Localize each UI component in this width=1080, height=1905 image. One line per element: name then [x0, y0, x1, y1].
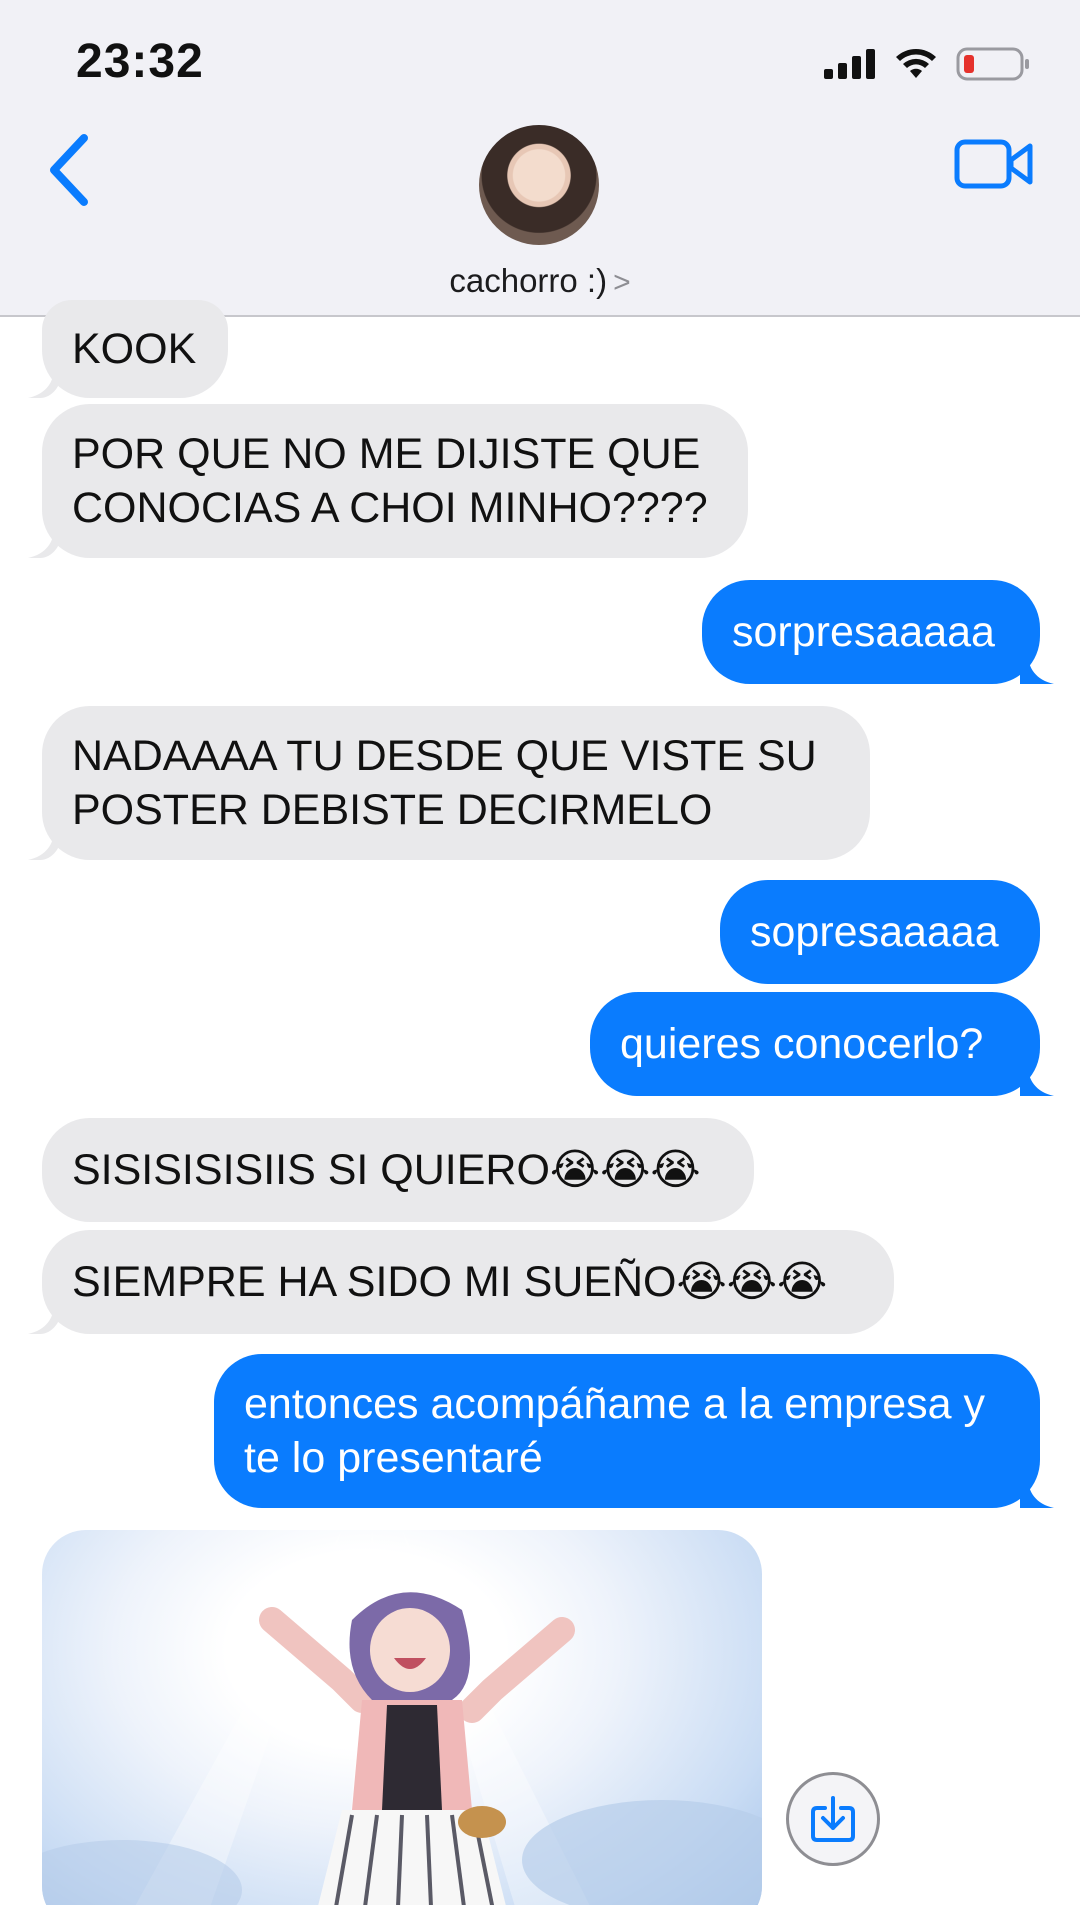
image-attachment[interactable]	[42, 1530, 762, 1905]
save-image-button[interactable]	[786, 1772, 880, 1866]
message-bubble-sent[interactable]: sorpresaaaaa	[702, 580, 1040, 684]
message-bubble-sent[interactable]: entonces acompáñame a la empresa y te lo…	[214, 1354, 1040, 1508]
message-text: sopresaaaaa	[750, 908, 999, 956]
message-bubble-received[interactable]: NADAAAA TU DESDE QUE VISTE SU POSTER DEB…	[42, 706, 870, 860]
message-bubble-sent[interactable]: quieres conocerlo?	[590, 992, 1040, 1096]
message-bubble-received[interactable]: KOOK	[42, 300, 228, 398]
contact-avatar[interactable]	[479, 125, 599, 245]
contact-name: cachorro :)	[449, 262, 608, 299]
anime-girl-celebrating-image	[42, 1530, 762, 1905]
message-text: POR QUE NO ME DIJISTE QUE CONOCIAS A CHO…	[72, 430, 708, 532]
save-download-icon	[811, 1796, 855, 1842]
message-text: NADAAAA TU DESDE QUE VISTE SU POSTER DEB…	[72, 732, 817, 834]
message-text: KOOK	[72, 325, 197, 373]
message-bubble-received[interactable]: POR QUE NO ME DIJISTE QUE CONOCIAS A CHO…	[42, 404, 748, 558]
back-chevron-icon[interactable]	[44, 130, 94, 210]
video-camera-icon[interactable]	[954, 134, 1034, 194]
conversation-header: 23:32 cachorro :) >	[0, 0, 1080, 317]
signal-icon	[824, 49, 875, 79]
message-text: quieres conocerlo?	[620, 1020, 984, 1068]
message-bubble-received[interactable]: SIEMPRE HA SIDO MI SUEÑO😭😭😭	[42, 1230, 894, 1334]
message-bubble-received[interactable]: SISISISISIIS SI QUIERO😭😭😭	[42, 1118, 754, 1222]
battery-low-icon	[956, 47, 1029, 81]
message-text: SISISISISIIS SI QUIERO😭😭😭	[72, 1146, 701, 1194]
status-time: 23:32	[76, 35, 204, 88]
message-text: SIEMPRE HA SIDO MI SUEÑO😭😭😭	[72, 1258, 828, 1306]
status-icons	[824, 40, 1030, 88]
message-bubble-sent[interactable]: sopresaaaaa	[720, 880, 1040, 984]
chevron-right-icon: >	[613, 266, 631, 299]
message-text: entonces acompáñame a la empresa y te lo…	[244, 1380, 985, 1482]
contact-name-button[interactable]: cachorro :) >	[0, 262, 1080, 300]
wifi-icon	[896, 49, 936, 78]
message-text: sorpresaaaaa	[732, 608, 995, 656]
